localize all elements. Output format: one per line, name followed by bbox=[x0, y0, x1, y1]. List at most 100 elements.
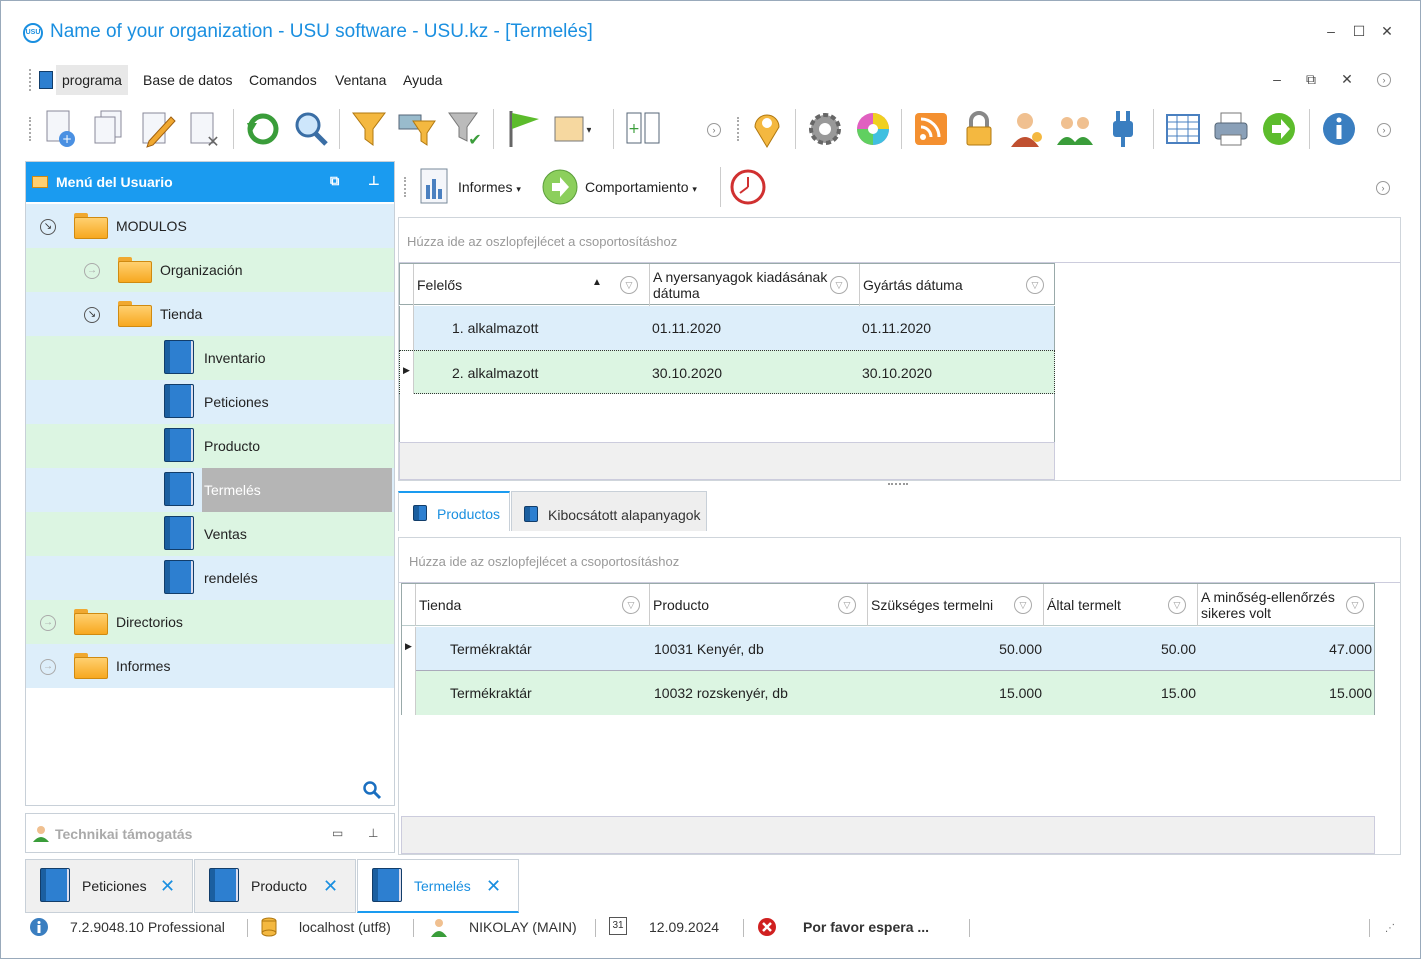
doc-tab-producto[interactable]: Producto ✕ bbox=[194, 859, 356, 913]
color-wheel-icon[interactable] bbox=[853, 107, 893, 151]
column-header-producto[interactable]: Producto ▽ bbox=[650, 584, 868, 626]
new-document-icon[interactable]: + bbox=[41, 107, 81, 151]
column-header-tienda[interactable]: Tienda ▽ bbox=[416, 584, 650, 626]
column-header-szukseges-termelni[interactable]: Szükséges termelni ▽ bbox=[868, 584, 1044, 626]
doc-tab-peticiones[interactable]: Peticiones ✕ bbox=[25, 859, 193, 913]
filter-icon[interactable]: ▽ bbox=[1346, 596, 1364, 614]
splitter-handle[interactable] bbox=[888, 483, 908, 485]
flag-icon[interactable] bbox=[503, 107, 543, 151]
info-icon[interactable] bbox=[1319, 107, 1359, 151]
filter-icon[interactable]: ▽ bbox=[622, 596, 640, 614]
filter-icon[interactable]: ▽ bbox=[620, 276, 638, 294]
clock-icon[interactable] bbox=[730, 169, 766, 205]
tree-item-termeles[interactable]: Termelés bbox=[26, 468, 394, 512]
mdi-minimize-button[interactable]: – bbox=[1269, 71, 1285, 87]
rss-icon[interactable] bbox=[911, 107, 951, 151]
close-tab-icon[interactable]: ✕ bbox=[486, 876, 501, 897]
delete-icon[interactable]: ✕ bbox=[185, 107, 225, 151]
group-by-hint[interactable]: Húzza ide az oszlopfejlécet a csoportosí… bbox=[409, 554, 679, 569]
user-key-icon[interactable] bbox=[1007, 107, 1047, 151]
refresh-icon[interactable] bbox=[243, 107, 283, 151]
tree-item-informes[interactable]: → Informes bbox=[26, 644, 394, 688]
filter-apply-icon[interactable]: ✔ bbox=[445, 107, 485, 151]
settings-icon[interactable] bbox=[805, 107, 845, 151]
tab-productos[interactable]: Productos bbox=[398, 491, 510, 531]
group-by-hint[interactable]: Húzza ide az oszlopfejlécet a csoportosí… bbox=[407, 234, 677, 249]
report-icon[interactable] bbox=[418, 167, 450, 205]
maximize-button[interactable]: ☐ bbox=[1351, 23, 1367, 39]
column-header-felelos[interactable]: Felelős ▲ ▽ bbox=[414, 264, 650, 306]
collapse-icon[interactable]: ↘ bbox=[84, 307, 100, 323]
tree-item-inventario[interactable]: Inventario bbox=[26, 336, 394, 380]
table-icon[interactable] bbox=[1163, 107, 1203, 151]
menu-ventana[interactable]: Ventana bbox=[329, 65, 392, 95]
expand-icon[interactable]: → bbox=[84, 263, 100, 279]
menu-comandos[interactable]: Comandos bbox=[243, 65, 323, 95]
table-row[interactable]: 1. alkalmazott 01.11.2020 01.11.2020 bbox=[399, 306, 1055, 350]
image-icon[interactable]: ▾ bbox=[551, 107, 591, 151]
subtoolbar-grip[interactable] bbox=[404, 177, 407, 197]
toolbar-options-icon[interactable]: › bbox=[707, 123, 721, 137]
filter-icon[interactable]: ▽ bbox=[830, 276, 848, 294]
table-row[interactable]: ▶ Termékraktár 10031 Kenyér, db 50.000 5… bbox=[402, 627, 1374, 671]
subtoolbar-options-icon[interactable]: › bbox=[1376, 181, 1390, 195]
print-icon[interactable] bbox=[1211, 107, 1251, 151]
filter-icon[interactable]: ▽ bbox=[1168, 596, 1186, 614]
tree-item-organizacion[interactable]: → Organización bbox=[26, 248, 394, 292]
search-icon[interactable] bbox=[362, 780, 382, 800]
toolbar-grip[interactable] bbox=[737, 117, 740, 141]
filter-icon[interactable]: ▽ bbox=[1014, 596, 1032, 614]
expand-icon[interactable]: → bbox=[40, 615, 56, 631]
filter-edit-icon[interactable] bbox=[397, 107, 437, 151]
forward-icon[interactable] bbox=[1259, 107, 1299, 151]
tree-item-modulos[interactable]: ↘ MODULOS bbox=[26, 204, 394, 248]
table-row[interactable]: Termékraktár 10032 rozskenyér, db 15.000… bbox=[402, 671, 1374, 715]
resize-grip-icon[interactable]: ⋰ bbox=[1385, 923, 1395, 934]
expand-icon[interactable]: → bbox=[40, 659, 56, 675]
doc-tab-termeles[interactable]: Termelés ✕ bbox=[357, 859, 519, 913]
behavior-icon[interactable] bbox=[542, 169, 578, 205]
column-header-altal-termelt[interactable]: Által termelt ▽ bbox=[1044, 584, 1198, 626]
tree-item-ventas[interactable]: Ventas bbox=[26, 512, 394, 556]
menu-ayuda[interactable]: Ayuda bbox=[397, 65, 448, 95]
menubar-grip[interactable] bbox=[29, 69, 32, 91]
filter-icon[interactable]: ▽ bbox=[838, 596, 856, 614]
close-tab-icon[interactable]: ✕ bbox=[160, 876, 175, 897]
column-header-kiadas-datuma[interactable]: A nyersanyagok kiadásának dátuma ▽ bbox=[650, 264, 860, 306]
behavior-dropdown[interactable]: Comportamiento ▾ bbox=[585, 179, 697, 195]
toolbar-options-icon[interactable]: › bbox=[1377, 123, 1391, 137]
mdi-restore-button[interactable]: ⧉ bbox=[1303, 71, 1319, 87]
columns-icon[interactable]: + bbox=[623, 107, 663, 151]
table-row-selected[interactable]: ▶ 2. alkalmazott 30.10.2020 30.10.2020 bbox=[399, 350, 1055, 395]
reports-dropdown[interactable]: Informes ▾ bbox=[458, 179, 521, 195]
collapse-icon[interactable]: ↘ bbox=[40, 219, 56, 235]
edit-icon[interactable] bbox=[137, 107, 177, 151]
tree-item-producto[interactable]: Producto bbox=[26, 424, 394, 468]
filter-icon[interactable]: ▽ bbox=[1026, 276, 1044, 294]
menubar-options-icon[interactable]: › bbox=[1377, 73, 1391, 87]
tree-item-rendeles[interactable]: rendelés bbox=[26, 556, 394, 600]
column-header-gyartas-datuma[interactable]: Gyártás dátuma ▽ bbox=[860, 264, 1056, 306]
tab-kibocsatott-alapanyagok[interactable]: Kibocsátott alapanyagok bbox=[511, 491, 707, 531]
panel-pin-icon[interactable]: ⊥ bbox=[368, 826, 378, 840]
menu-programa[interactable]: programa bbox=[56, 65, 128, 95]
plugin-icon[interactable] bbox=[1103, 107, 1143, 151]
minimize-button[interactable]: – bbox=[1323, 23, 1339, 39]
lock-icon[interactable] bbox=[959, 107, 999, 151]
mdi-close-button[interactable]: ✕ bbox=[1339, 71, 1355, 87]
filter-icon[interactable] bbox=[349, 107, 389, 151]
search-icon[interactable] bbox=[291, 107, 331, 151]
close-tab-icon[interactable]: ✕ bbox=[323, 876, 338, 897]
panel-restore-icon[interactable]: ▭ bbox=[332, 826, 343, 840]
tree-item-tienda[interactable]: ↘ Tienda bbox=[26, 292, 394, 336]
copy-icon[interactable] bbox=[89, 107, 129, 151]
location-pin-icon[interactable] bbox=[747, 107, 787, 151]
column-header-minoseg-ellenorzes[interactable]: A minőség-ellenőrzés sikeres volt ▽ bbox=[1198, 584, 1374, 626]
users-icon[interactable] bbox=[1055, 107, 1095, 151]
toolbar-grip[interactable] bbox=[29, 117, 32, 141]
technical-support-panel[interactable]: Technikai támogatás ▭ ⊥ bbox=[25, 813, 395, 853]
tree-item-peticiones[interactable]: Peticiones bbox=[26, 380, 394, 424]
panel-float-icon[interactable]: ⧉ bbox=[330, 173, 339, 189]
tree-item-directorios[interactable]: → Directorios bbox=[26, 600, 394, 644]
panel-pin-icon[interactable]: ⊥ bbox=[368, 173, 380, 189]
